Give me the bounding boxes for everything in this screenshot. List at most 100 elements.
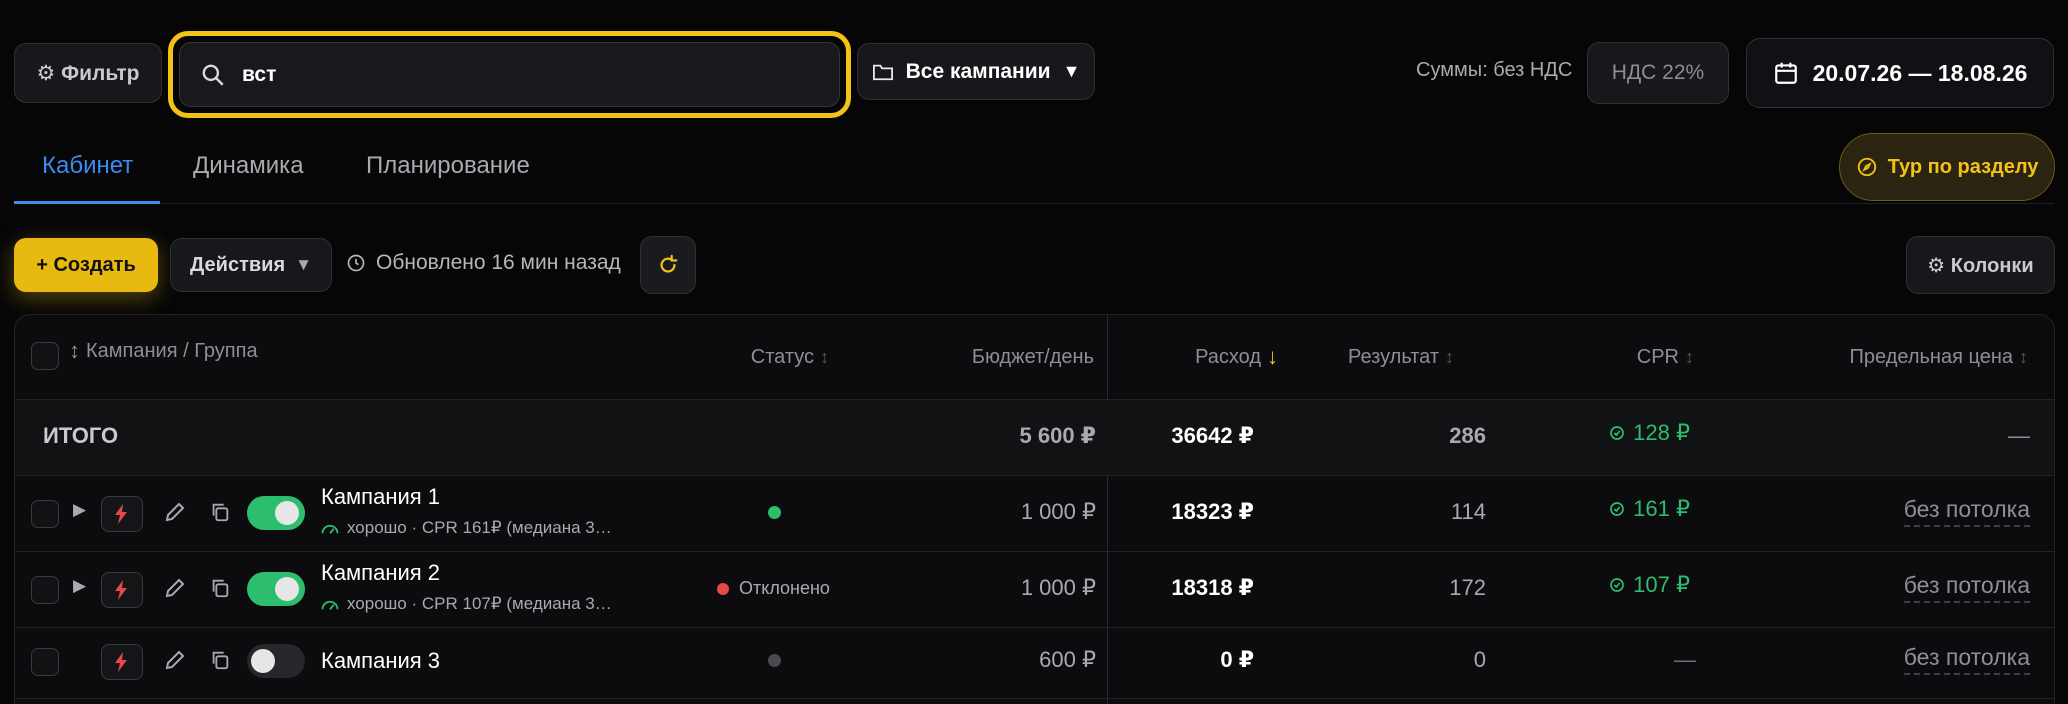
last-updated: Обновлено 16 мин назад xyxy=(346,251,621,275)
sort-icon: ↕ xyxy=(1685,346,1694,367)
sort-desc-icon: ↓ xyxy=(1267,344,1278,369)
date-range-text: 20.07.26 — 18.08.26 xyxy=(1812,59,2028,86)
table-row[interactable]: Кампания 3 600 ₽ 0 ₽ 0 — без потолка xyxy=(15,628,2054,698)
cpr-value-text: 161 ₽ xyxy=(1633,496,1690,521)
search-input[interactable] xyxy=(242,62,802,87)
filter-button[interactable]: ⚙ Фильтр xyxy=(14,43,162,103)
campaign-subtitle-text: хорошо · CPR 161₽ (медиана 3… xyxy=(347,518,612,537)
toggle-knob xyxy=(251,649,275,673)
date-range-picker[interactable]: 20.07.26 — 18.08.26 xyxy=(1746,38,2054,108)
header-budget-label: Бюджет/день xyxy=(971,345,1094,368)
total-spend: 36642 ₽ xyxy=(1171,423,1254,448)
ceiling-value[interactable]: без потолка xyxy=(1903,496,2030,527)
copy-icon[interactable] xyxy=(209,649,231,676)
campaign-name[interactable]: Кампания 3 xyxy=(321,648,440,674)
select-all-checkbox[interactable] xyxy=(31,342,59,370)
toggle-knob xyxy=(275,501,299,525)
edit-icon[interactable] xyxy=(163,648,187,677)
tab-dynamics[interactable]: Динамика xyxy=(193,152,304,180)
actions-dropdown-label: Действия xyxy=(190,253,286,276)
expand-caret-icon[interactable]: ▶ xyxy=(73,576,86,596)
total-result: 286 xyxy=(1449,423,1486,448)
actions-dropdown[interactable]: Действия ▼ xyxy=(170,238,332,292)
tab-cabinet[interactable]: Кабинет xyxy=(42,152,133,180)
campaign-name[interactable]: Кампания 1 xyxy=(321,484,440,510)
header-status[interactable]: Статус ↕ xyxy=(751,315,829,399)
table-row[interactable]: ▶ Кампания 2 хорошо · CPR 107₽ (медиана … xyxy=(15,552,2054,627)
ceiling-value[interactable]: без потолка xyxy=(1903,572,2030,603)
row-checkbox[interactable] xyxy=(31,576,59,604)
columns-button[interactable]: ⚙ Колонки xyxy=(1906,236,2055,294)
header-cpr-label: CPR xyxy=(1636,345,1679,368)
check-circle-icon xyxy=(1609,577,1625,593)
cpr-value: — xyxy=(1674,647,1696,672)
search-box[interactable] xyxy=(179,42,840,107)
refresh-icon xyxy=(657,254,679,276)
expand-caret-icon[interactable]: ▶ xyxy=(73,500,86,520)
filter-button-label: ⚙ Фильтр xyxy=(36,61,140,85)
campaign-subtitle-text: хорошо · CPR 107₽ (медиана 3… xyxy=(347,594,612,613)
header-cpr[interactable]: CPR ↕ xyxy=(1637,315,1694,399)
last-updated-text: Обновлено 16 мин назад xyxy=(376,251,621,274)
cpr-value-text: 107 ₽ xyxy=(1633,572,1690,597)
tab-planning[interactable]: Планирование xyxy=(366,152,530,180)
copy-icon[interactable] xyxy=(209,501,231,528)
campaign-toggle[interactable] xyxy=(247,572,305,606)
edit-icon[interactable] xyxy=(163,576,187,605)
create-button[interactable]: + Создать xyxy=(14,238,158,292)
tabs-divider xyxy=(14,203,2054,204)
table-row[interactable]: ▶ Кампания 1 хорошо · CPR 161₽ (медиана … xyxy=(15,476,2054,551)
bolt-icon xyxy=(115,504,129,524)
spend-value: 18323 ₽ xyxy=(1171,499,1254,524)
folder-icon xyxy=(872,62,894,82)
budget-value[interactable]: 1 000 ₽ xyxy=(1021,499,1096,525)
budget-value[interactable]: 1 000 ₽ xyxy=(1021,575,1096,601)
check-circle-icon xyxy=(1609,425,1625,441)
result-value: 172 xyxy=(1449,575,1486,600)
nds-toggle[interactable]: НДС 22% xyxy=(1587,42,1729,104)
total-ceiling: — xyxy=(2008,423,2030,448)
header-status-label: Статус xyxy=(750,345,814,368)
edit-icon[interactable] xyxy=(163,500,187,529)
calendar-icon xyxy=(1773,60,1799,86)
header-campaign-label: Кампания / Группа xyxy=(86,339,258,362)
header-ceiling[interactable]: Предельная цена ↕ xyxy=(1850,315,2028,399)
caret-down-icon: ▼ xyxy=(1062,61,1081,81)
header-result[interactable]: Результат ↕ xyxy=(1348,315,1454,399)
campaign-toggle[interactable] xyxy=(247,496,305,530)
columns-button-label: ⚙ Колонки xyxy=(1927,254,2034,277)
copy-icon[interactable] xyxy=(209,577,231,604)
header-spend[interactable]: Расход ↓ xyxy=(1195,315,1278,399)
budget-value[interactable]: 600 ₽ xyxy=(1039,647,1096,673)
total-label: ИТОГО xyxy=(43,423,119,448)
cpr-value: 161 ₽ xyxy=(1609,496,1690,522)
header-spend-label: Расход xyxy=(1195,345,1261,368)
result-value: 0 xyxy=(1473,647,1486,672)
header-budget[interactable]: Бюджет/день xyxy=(972,315,1094,399)
campaigns-dropdown-label: Все кампании xyxy=(905,59,1051,83)
cpr-value: 107 ₽ xyxy=(1609,572,1690,598)
bolt-button[interactable] xyxy=(101,572,143,608)
refresh-button[interactable] xyxy=(640,236,696,294)
check-circle-icon xyxy=(1609,501,1625,517)
total-row: ИТОГО 5 600 ₽ 36642 ₽ 286 128 ₽ — xyxy=(15,400,2054,475)
row-checkbox[interactable] xyxy=(31,648,59,676)
sort-icon: ↕ xyxy=(2019,346,2028,367)
header-campaign[interactable]: ↕ Кампания / Группа xyxy=(69,315,258,393)
ceiling-value[interactable]: без потолка xyxy=(1903,644,2030,675)
section-tour-button[interactable]: Тур по разделу xyxy=(1839,133,2055,201)
bolt-button[interactable] xyxy=(101,644,143,680)
bolt-button[interactable] xyxy=(101,496,143,532)
campaign-name[interactable]: Кампания 2 xyxy=(321,560,440,586)
search-focus-ring xyxy=(168,31,851,118)
status-dot xyxy=(717,582,729,595)
status-dot xyxy=(768,654,781,667)
campaign-toggle[interactable] xyxy=(247,644,305,678)
bolt-icon xyxy=(115,652,129,672)
campaign-subtitle: хорошо · CPR 107₽ (медиана 3… xyxy=(321,594,612,614)
search-icon xyxy=(200,62,226,88)
nds-toggle-label: НДС 22% xyxy=(1611,61,1705,84)
row-divider xyxy=(15,698,2054,699)
row-checkbox[interactable] xyxy=(31,500,59,528)
campaigns-dropdown[interactable]: Все кампании ▼ xyxy=(857,43,1095,100)
